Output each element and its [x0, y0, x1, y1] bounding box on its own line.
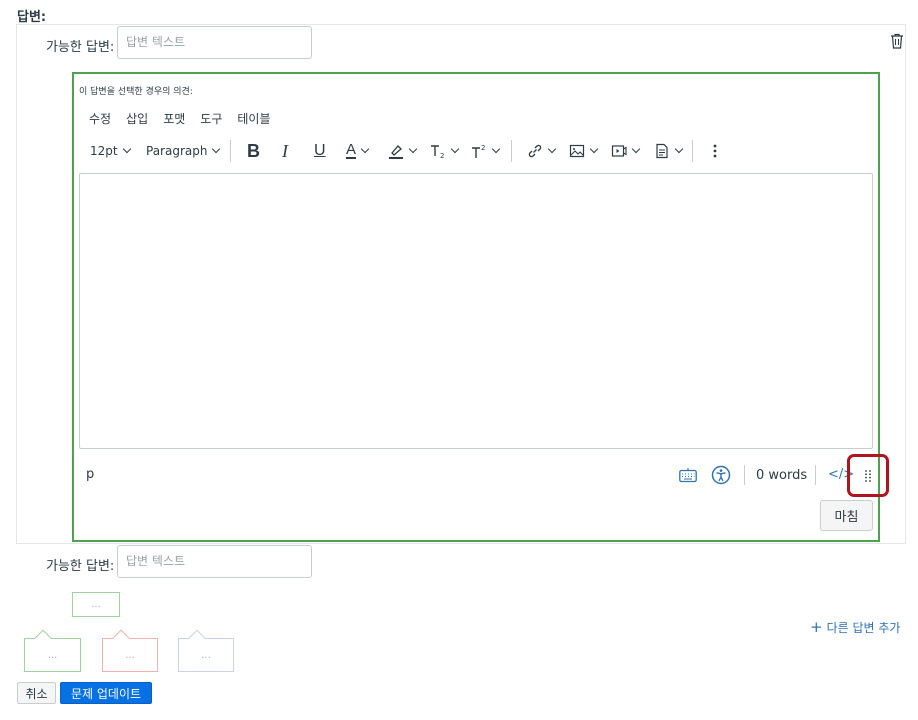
element-path[interactable]: p [86, 467, 94, 482]
bold-button[interactable]: B [247, 138, 260, 164]
chevron-down-icon [212, 144, 221, 154]
update-question-button[interactable]: 문제 업데이트 [60, 682, 152, 704]
callout-notch [188, 629, 206, 647]
more-options-button[interactable] [710, 138, 720, 164]
answer-comment-button[interactable]: ... [72, 592, 120, 617]
subscript-button[interactable]: 2 [430, 138, 460, 164]
answer-text-input[interactable]: 답변 텍스트 [117, 26, 312, 59]
image-button[interactable] [569, 138, 599, 164]
incorrect-comment-button[interactable]: ... [102, 629, 158, 672]
italic-icon: I [282, 140, 288, 161]
link-button[interactable] [527, 138, 557, 164]
done-button[interactable]: 마침 [820, 500, 873, 531]
word-count[interactable]: 0 words [756, 468, 807, 483]
toolbar-separator [692, 140, 693, 162]
toolbar-separator [230, 140, 231, 162]
underline-icon: U [314, 142, 326, 159]
statusbar-separator [744, 465, 745, 485]
accessibility-icon[interactable] [711, 465, 731, 485]
italic-button[interactable]: I [282, 138, 288, 164]
menu-edit[interactable]: 수정 [89, 110, 111, 127]
chevron-down-icon [674, 144, 684, 154]
editor-toolbar: 12pt Paragraph B I U A 2 2 [80, 138, 872, 164]
chevron-down-icon [408, 144, 418, 154]
superscript-icon: 2 [472, 144, 485, 158]
possible-answer-label: 가능한 답변: [46, 40, 115, 55]
callout-notch [112, 629, 130, 647]
statusbar-separator [815, 465, 816, 485]
chevron-down-icon [122, 144, 131, 154]
comment-placeholder: ... [201, 649, 211, 661]
answers-section-title: 답변: [17, 10, 47, 25]
correct-comment-button[interactable]: ... [24, 629, 81, 672]
highlight-icon [389, 145, 403, 159]
chevron-down-icon [589, 144, 599, 154]
keyboard-icon[interactable] [679, 467, 697, 483]
more-icon [713, 144, 717, 158]
font-size-dropdown[interactable]: 12pt [90, 138, 131, 164]
media-button[interactable] [611, 138, 641, 164]
menu-format[interactable]: 포맷 [163, 110, 185, 127]
toolbar-separator [511, 140, 512, 162]
callout-notch [34, 629, 52, 647]
subscript-icon: 2 [431, 145, 444, 159]
plus-icon: + [810, 618, 823, 636]
svg-text:2: 2 [440, 152, 444, 159]
cancel-button[interactable]: 취소 [17, 682, 56, 704]
font-size-value: 12pt [90, 144, 118, 158]
chevron-down-icon [491, 144, 501, 154]
add-answer-label: 다른 답변 추가 [826, 620, 901, 635]
document-icon [656, 143, 668, 159]
block-format-value: Paragraph [146, 144, 208, 158]
superscript-button[interactable]: 2 [471, 138, 501, 164]
bold-icon: B [247, 140, 260, 161]
media-icon [611, 145, 627, 157]
add-another-answer-link[interactable]: + 다른 답변 추가 [810, 618, 900, 636]
highlight-color-button[interactable] [388, 138, 418, 164]
neutral-comment-button[interactable]: ... [178, 629, 234, 672]
svg-text:2: 2 [481, 144, 485, 152]
menu-insert[interactable]: 삽입 [126, 110, 148, 127]
comment-prompt-label: 이 답변을 선택한 경우의 의견: [79, 87, 193, 97]
chevron-down-icon [360, 144, 370, 154]
trash-icon[interactable] [890, 33, 904, 49]
text-color-button[interactable]: A [346, 138, 370, 164]
block-format-dropdown[interactable]: Paragraph [146, 138, 221, 164]
highlight-annotation [847, 454, 889, 497]
link-icon [528, 144, 542, 158]
comment-placeholder: ... [47, 649, 58, 661]
editor-menubar: 수정 삽입 포맷 도구 테이블 [89, 110, 271, 127]
answer-text-input[interactable]: 답변 텍스트 [117, 545, 312, 578]
chevron-down-icon [631, 144, 641, 154]
rich-text-editor-area[interactable] [79, 173, 873, 449]
image-icon [569, 144, 585, 158]
text-color-icon: A [346, 141, 357, 159]
document-button[interactable] [654, 138, 684, 164]
possible-answer-label: 가능한 답변: [46, 559, 115, 574]
menu-tools[interactable]: 도구 [200, 110, 222, 127]
chevron-down-icon [547, 144, 557, 154]
comment-placeholder: ... [125, 649, 135, 661]
menu-table[interactable]: 테이블 [237, 110, 270, 127]
chevron-down-icon [450, 144, 460, 154]
underline-button[interactable]: U [314, 138, 326, 164]
